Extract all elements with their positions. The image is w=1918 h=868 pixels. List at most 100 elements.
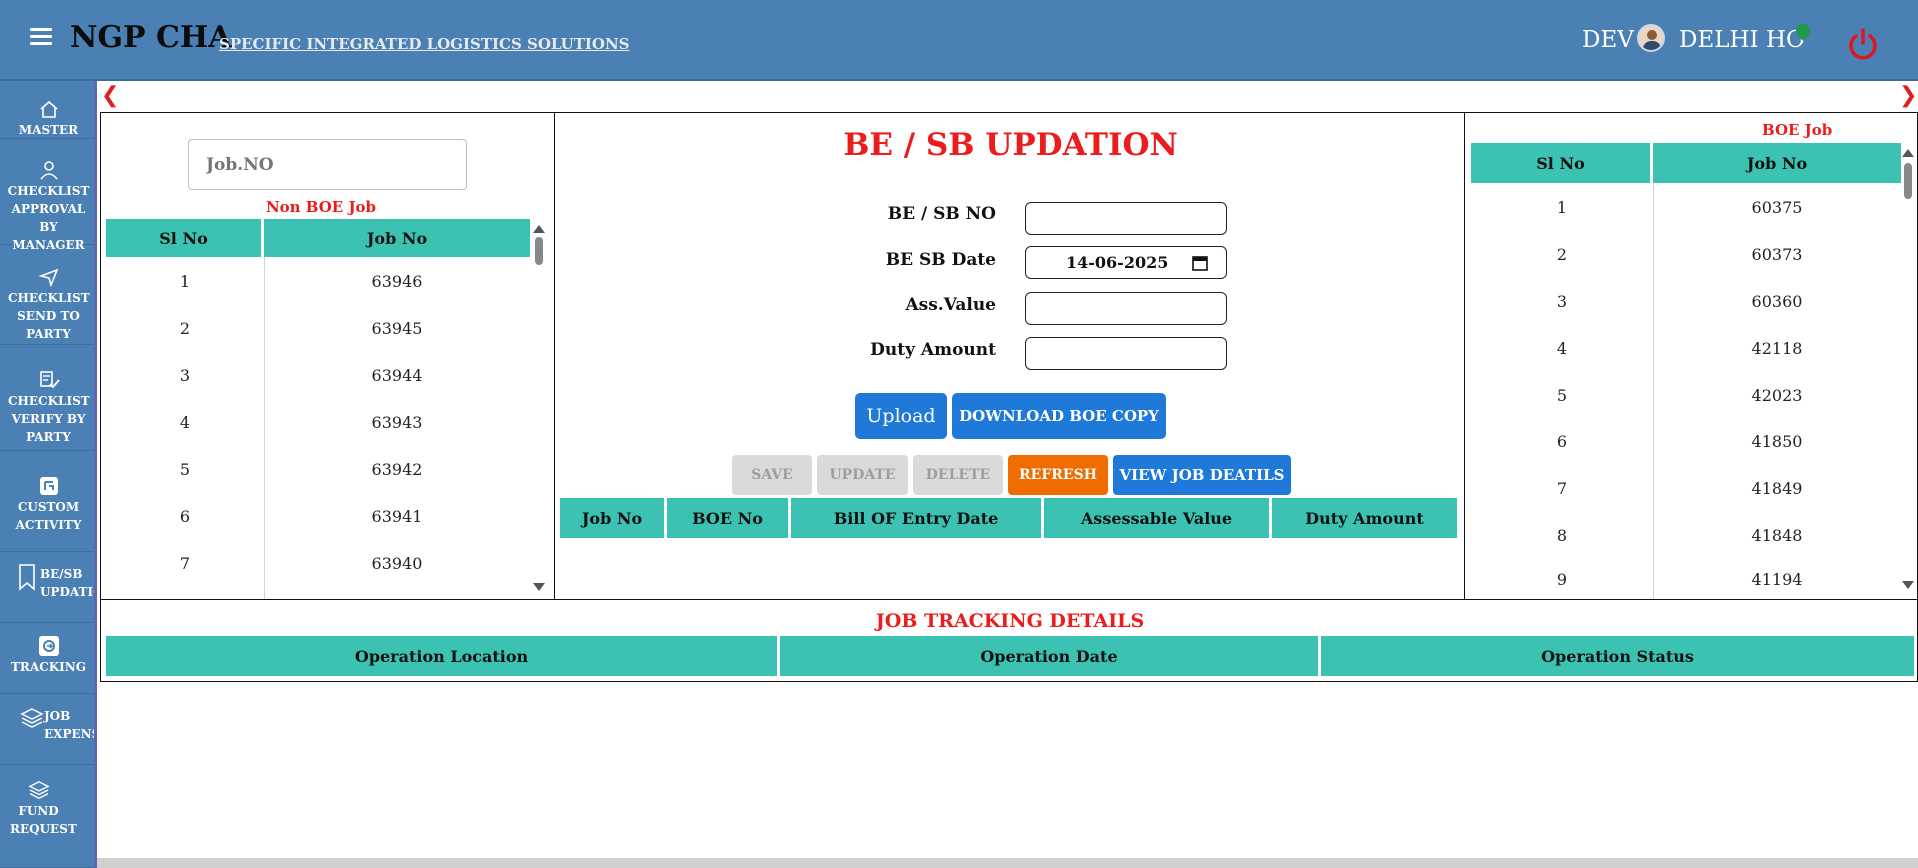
sidebar-item-checklist-approval[interactable]: CHECKLIST APPROVAL BY MANAGER	[0, 140, 94, 252]
checklist-icon	[39, 371, 60, 389]
job-tracking-panel: JOB TRACKING DETAILS Operation Location …	[100, 599, 1918, 682]
duty-amount-input[interactable]	[1025, 337, 1227, 370]
table-row[interactable]: 1 63946	[106, 258, 530, 305]
avatar[interactable]	[1637, 24, 1665, 52]
table-row[interactable]: 5 63942	[106, 446, 530, 493]
sidebar-item-be-sb-updation[interactable]: BE/SB UPDATION	[0, 553, 94, 623]
custom-icon	[39, 477, 58, 495]
sidebar-item-label: MASTER	[18, 123, 79, 137]
scrollbar-thumb[interactable]	[535, 237, 543, 265]
horizontal-scrollbar[interactable]	[97, 858, 1918, 868]
column-header: Bill OF Entry Date	[791, 498, 1044, 538]
table-row[interactable]: 7 41849	[1471, 465, 1901, 512]
table-cell: 1	[179, 272, 191, 291]
sidebar-item-label: JOB EXPENSES	[44, 709, 94, 741]
table-cell: 4	[1556, 339, 1568, 358]
table-cell: 41194	[1751, 569, 1803, 589]
home-icon	[39, 100, 58, 118]
table-row[interactable]: 4 63943	[106, 399, 530, 446]
column-header: Job No	[1746, 153, 1808, 173]
column-header: BOE No	[667, 498, 791, 538]
table-cell: 60360	[1751, 292, 1803, 311]
scrollbar[interactable]	[533, 225, 545, 591]
update-button[interactable]: UPDATE	[817, 455, 908, 495]
be-sb-updation-panel: BE / SB UPDATION BE / SB NO BE SB Date 1…	[554, 112, 1465, 600]
table-row[interactable]: 5 42023	[1471, 372, 1901, 419]
scroll-up-icon[interactable]	[1902, 149, 1914, 157]
table-row[interactable]: 8 41848	[1471, 512, 1901, 559]
table-row[interactable]: 6 41850	[1471, 418, 1901, 465]
scroll-down-icon[interactable]	[533, 583, 545, 591]
duty-amount-label: Duty Amount	[870, 340, 996, 360]
table-row[interactable]: 2 63945	[106, 305, 530, 352]
sidebar-item-label: BE/SB UPDATION	[40, 567, 94, 599]
menu-icon[interactable]	[30, 28, 52, 46]
sidebar-item-label: CHECKLIST APPROVAL BY MANAGER	[7, 184, 90, 252]
sidebar-item-master[interactable]: MASTER	[0, 81, 94, 139]
table-cell: 60373	[1751, 245, 1803, 264]
delete-button[interactable]: DELETE	[913, 455, 1003, 495]
sidebar-item-custom-activity[interactable]: CUSTOM ACTIVITY	[0, 452, 94, 552]
save-button[interactable]: SAVE	[732, 455, 812, 495]
table-cell: 3	[179, 366, 191, 385]
table-row[interactable]: 3 63944	[106, 352, 530, 399]
app-name: NGP CHA	[70, 20, 232, 55]
column-header: Sl No	[1471, 143, 1653, 183]
job-tracking-title: JOB TRACKING DETAILS	[875, 610, 1145, 632]
boe-table-header: Sl No Job No	[1471, 143, 1901, 183]
table-row[interactable]: 7 63940	[106, 540, 530, 587]
calendar-icon[interactable]	[1192, 255, 1208, 271]
scroll-right-icon[interactable]: ❯	[1899, 83, 1917, 108]
table-row[interactable]: 4 42118	[1471, 325, 1901, 372]
column-header: Job No	[366, 228, 428, 248]
top-bar: NGP CHA SPECIFIC INTEGRATED LOGISTICS SO…	[0, 0, 1918, 81]
scroll-left-icon[interactable]: ❮	[101, 83, 119, 108]
sidebar-item-label: CHECKLIST VERIFY BY PARTY	[8, 394, 90, 444]
ass-value-input[interactable]	[1025, 292, 1227, 325]
scrollbar-thumb[interactable]	[1904, 163, 1912, 199]
layers-icon	[27, 781, 50, 799]
be-sb-date-input[interactable]: 14-06-2025	[1025, 246, 1227, 279]
sidebar-item-fund-request[interactable]: FUND REQUEST	[0, 766, 94, 868]
table-cell: 42023	[1751, 386, 1803, 405]
table-cell: 6	[1556, 432, 1568, 451]
sidebar-item-tracking[interactable]: TRACKING	[0, 624, 94, 694]
user-icon	[39, 161, 58, 180]
app-tagline[interactable]: SPECIFIC INTEGRATED LOGISTICS SOLUTIONS	[219, 35, 630, 53]
page-title: BE / SB UPDATION	[843, 127, 1178, 163]
power-icon[interactable]	[1846, 27, 1880, 61]
date-value: 14-06-2025	[1066, 253, 1169, 272]
download-boe-copy-button[interactable]: DOWNLOAD BOE COPY	[952, 393, 1166, 439]
be-sb-no-input[interactable]	[1025, 202, 1227, 235]
ass-value-label: Ass.Value	[905, 295, 996, 315]
scrollbar[interactable]	[1902, 149, 1914, 589]
job-no-search-input[interactable]	[188, 139, 467, 190]
sidebar-item-checklist-verify[interactable]: CHECKLIST VERIFY BY PARTY	[0, 346, 94, 451]
table-row[interactable]: 1 60375	[1471, 184, 1901, 231]
upload-button[interactable]: Upload	[855, 393, 947, 439]
table-row[interactable]: 3 60360	[1471, 278, 1901, 325]
sidebar-item-label: FUND REQUEST	[10, 804, 77, 836]
table-cell: 63941	[371, 507, 423, 526]
send-icon	[37, 268, 58, 287]
scroll-down-icon[interactable]	[1902, 581, 1914, 589]
scroll-up-icon[interactable]	[533, 225, 545, 233]
sidebar-item-job-expenses[interactable]: JOB EXPENSES	[0, 695, 94, 765]
view-job-details-button[interactable]: VIEW JOB DEATILS	[1113, 455, 1291, 495]
table-row[interactable]: 2 60373	[1471, 231, 1901, 278]
be-sb-no-label: BE / SB NO	[887, 204, 996, 224]
table-cell: 42118	[1751, 339, 1803, 358]
refresh-button[interactable]: REFRESH	[1008, 455, 1108, 495]
table-cell: 63945	[371, 319, 423, 338]
non-boe-title: Non BOE Job	[265, 198, 377, 216]
table-cell: 63940	[371, 554, 423, 573]
table-cell: 63946	[371, 272, 423, 291]
branch-name: DELHI HO	[1679, 27, 1805, 53]
column-header: Duty Amount	[1305, 508, 1424, 528]
table-row[interactable]: 9 41194	[1471, 559, 1901, 599]
sidebar-item-checklist-send[interactable]: CHECKLIST SEND TO PARTY	[0, 246, 94, 345]
table-cell: 3	[1556, 292, 1568, 311]
sidebar-item-label: CUSTOM ACTIVITY	[15, 500, 82, 532]
table-row[interactable]: 6 63941	[106, 493, 530, 540]
column-header: Operation Date	[780, 636, 1321, 676]
